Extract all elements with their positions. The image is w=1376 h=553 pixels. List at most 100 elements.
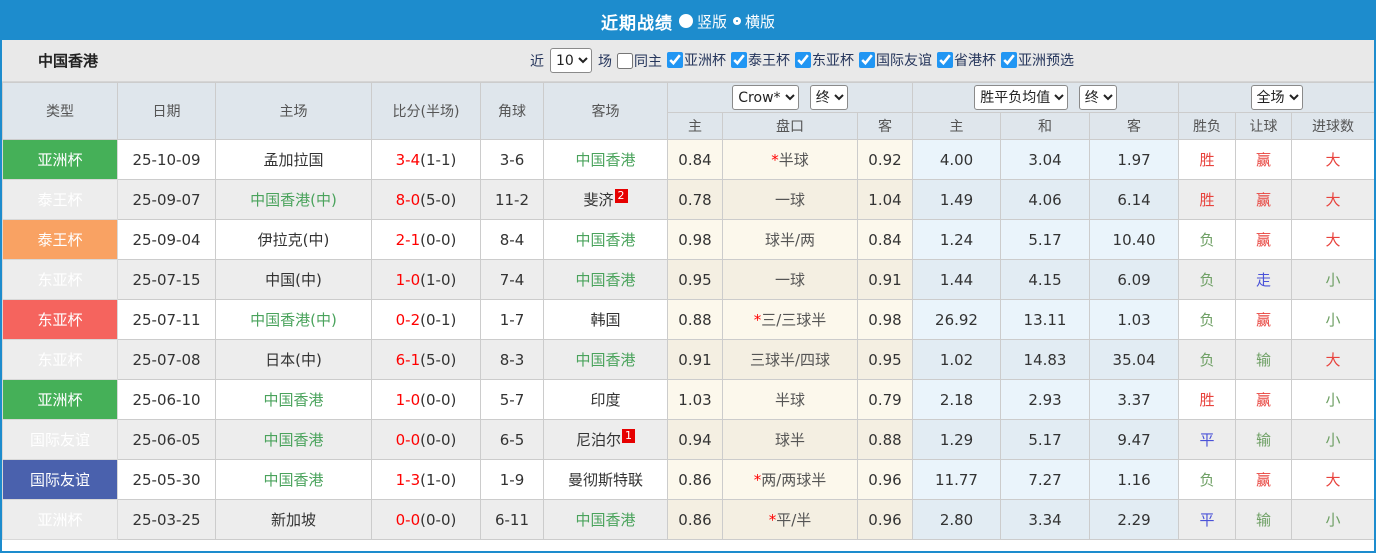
away-team[interactable]: 中国香港 bbox=[543, 219, 668, 260]
odds-away: 0.91 bbox=[856, 259, 914, 300]
avg-loss: 3.37 bbox=[1089, 379, 1180, 420]
fulltime-score: 0-0 bbox=[395, 510, 421, 529]
away-team[interactable]: 印度 bbox=[543, 379, 668, 420]
halftime-score: (5-0) bbox=[420, 190, 457, 209]
line-text: 三球半/四球 bbox=[749, 351, 831, 369]
away-team[interactable]: 曼彻斯特联 bbox=[543, 459, 668, 500]
odds-home: 0.84 bbox=[667, 139, 723, 180]
same-home-checkbox[interactable] bbox=[617, 52, 633, 69]
home-team[interactable]: 中国香港 bbox=[215, 459, 372, 500]
avg-draw: 3.04 bbox=[1000, 139, 1091, 180]
table-row: 东亚杯 25-07-08 日本(中) 6-1(5-0) 8-3 中国香港 0.9… bbox=[2, 339, 1374, 380]
avg-win: 1.29 bbox=[912, 419, 1002, 460]
competition-checkbox[interactable] bbox=[795, 51, 811, 68]
home-team[interactable]: 中国香港 bbox=[215, 419, 372, 460]
avg-loss: 35.04 bbox=[1089, 339, 1180, 380]
scope-select[interactable]: 全场 bbox=[1250, 85, 1303, 110]
home-team[interactable]: 中国香港 bbox=[215, 379, 372, 420]
result-winloss: 负 bbox=[1178, 339, 1237, 380]
score-cell: 0-0(0-0) bbox=[371, 499, 481, 540]
odds-away: 1.04 bbox=[856, 179, 914, 220]
same-home-filter[interactable]: 同主 bbox=[617, 51, 662, 71]
fulltime-score: 0-2 bbox=[395, 310, 421, 329]
fulltime-score: 2-1 bbox=[395, 230, 421, 249]
fulltime-score: 8-0 bbox=[395, 190, 421, 209]
away-team[interactable]: 斐济 2 bbox=[543, 179, 668, 220]
competition-label: 东亚杯 bbox=[812, 52, 854, 69]
avg-draw: 13.11 bbox=[1000, 299, 1091, 340]
away-team-name: 尼泊尔 bbox=[575, 431, 621, 449]
near-label: 近 bbox=[530, 53, 544, 70]
filter-controls: 近 10 场 同主 亚洲杯 泰王杯 东亚杯 国际友谊 省港杯 亚洲预选 bbox=[530, 48, 1074, 73]
corner-count: 6-11 bbox=[480, 499, 544, 540]
away-team-name: 韩国 bbox=[590, 311, 621, 329]
avg-time-select[interactable]: 终 bbox=[1078, 85, 1117, 110]
avg-loss: 1.97 bbox=[1089, 139, 1180, 180]
odds-company-select[interactable]: Crow* bbox=[732, 85, 800, 110]
competition-checkbox[interactable] bbox=[859, 51, 875, 68]
competition-badge: 亚洲杯 bbox=[2, 139, 118, 180]
away-team[interactable]: 中国香港 bbox=[543, 139, 668, 180]
result-goals: 小 bbox=[1291, 499, 1374, 540]
away-team[interactable]: 中国香港 bbox=[543, 339, 668, 380]
avg-loss: 1.16 bbox=[1089, 459, 1180, 500]
score-cell: 3-4(1-1) bbox=[371, 139, 481, 180]
result-goals: 大 bbox=[1291, 139, 1374, 180]
layout-vertical-label[interactable]: 竖版 bbox=[697, 11, 727, 32]
avg-draw: 14.83 bbox=[1000, 339, 1091, 380]
home-team[interactable]: 日本(中) bbox=[215, 339, 372, 380]
layout-horizontal-label[interactable]: 横版 bbox=[745, 11, 775, 32]
score-cell: 1-0(1-0) bbox=[371, 259, 481, 300]
competition-filter[interactable]: 省港杯 bbox=[937, 50, 996, 70]
goal-number-badge: 2 bbox=[614, 189, 628, 203]
result-handicap: 赢 bbox=[1235, 219, 1293, 260]
table-row: 国际友谊 25-06-05 中国香港 0-0(0-0) 6-5 尼泊尔 1 0.9… bbox=[2, 419, 1374, 460]
competition-filter[interactable]: 泰王杯 bbox=[731, 50, 790, 70]
avg-type-select[interactable]: 胜平负均值 bbox=[974, 85, 1069, 110]
score-cell: 2-1(0-0) bbox=[371, 219, 481, 260]
odds-time-select[interactable]: 终 bbox=[809, 85, 848, 110]
layout-horizontal-radio[interactable] bbox=[733, 17, 741, 25]
col-header-away: 客场 bbox=[543, 82, 668, 140]
col-header-avg-draw: 和 bbox=[1000, 112, 1091, 140]
competition-label: 亚洲杯 bbox=[684, 52, 726, 69]
match-date: 25-07-08 bbox=[117, 339, 216, 380]
competition-checkbox[interactable] bbox=[731, 51, 747, 68]
col-header-score: 比分(半场) bbox=[371, 82, 481, 140]
avg-selector-cell: 胜平负均值 终 bbox=[912, 82, 1180, 113]
avg-win: 11.77 bbox=[912, 459, 1002, 500]
result-winloss: 胜 bbox=[1178, 179, 1237, 220]
home-team[interactable]: 中国(中) bbox=[215, 259, 372, 300]
competition-badge: 泰王杯 bbox=[2, 179, 118, 220]
handicap-line: *平/半 bbox=[722, 499, 858, 540]
home-team[interactable]: 孟加拉国 bbox=[215, 139, 372, 180]
odds-home: 0.86 bbox=[667, 459, 723, 500]
avg-draw: 5.17 bbox=[1000, 219, 1091, 260]
halftime-score: (1-0) bbox=[420, 470, 457, 489]
competition-filter[interactable]: 亚洲杯 bbox=[667, 50, 726, 70]
home-team[interactable]: 伊拉克(中) bbox=[215, 219, 372, 260]
competition-filter[interactable]: 东亚杯 bbox=[795, 50, 854, 70]
away-team[interactable]: 中国香港 bbox=[543, 259, 668, 300]
layout-vertical-radio[interactable] bbox=[678, 14, 693, 28]
match-date: 25-09-04 bbox=[117, 219, 216, 260]
home-team[interactable]: 新加坡 bbox=[215, 499, 372, 540]
competition-filter[interactable]: 国际友谊 bbox=[859, 50, 932, 70]
competition-checkbox[interactable] bbox=[937, 51, 953, 68]
avg-draw: 2.93 bbox=[1000, 379, 1091, 420]
away-team[interactable]: 尼泊尔 1 bbox=[543, 419, 668, 460]
home-team[interactable]: 中国香港(中) bbox=[215, 179, 372, 220]
away-team[interactable]: 中国香港 bbox=[543, 499, 668, 540]
col-header-avg-loss: 客 bbox=[1089, 112, 1180, 140]
result-winloss: 胜 bbox=[1178, 139, 1237, 180]
avg-draw: 4.15 bbox=[1000, 259, 1091, 300]
avg-loss: 10.40 bbox=[1089, 219, 1180, 260]
competition-checkbox[interactable] bbox=[667, 51, 683, 68]
match-count-select[interactable]: 10 bbox=[550, 48, 592, 73]
home-team[interactable]: 中国香港(中) bbox=[215, 299, 372, 340]
competition-filter[interactable]: 亚洲预选 bbox=[1001, 50, 1074, 70]
competition-checkbox[interactable] bbox=[1001, 51, 1017, 68]
away-team[interactable]: 韩国 bbox=[543, 299, 668, 340]
col-header-type: 类型 bbox=[2, 82, 118, 140]
avg-loss: 1.03 bbox=[1089, 299, 1180, 340]
